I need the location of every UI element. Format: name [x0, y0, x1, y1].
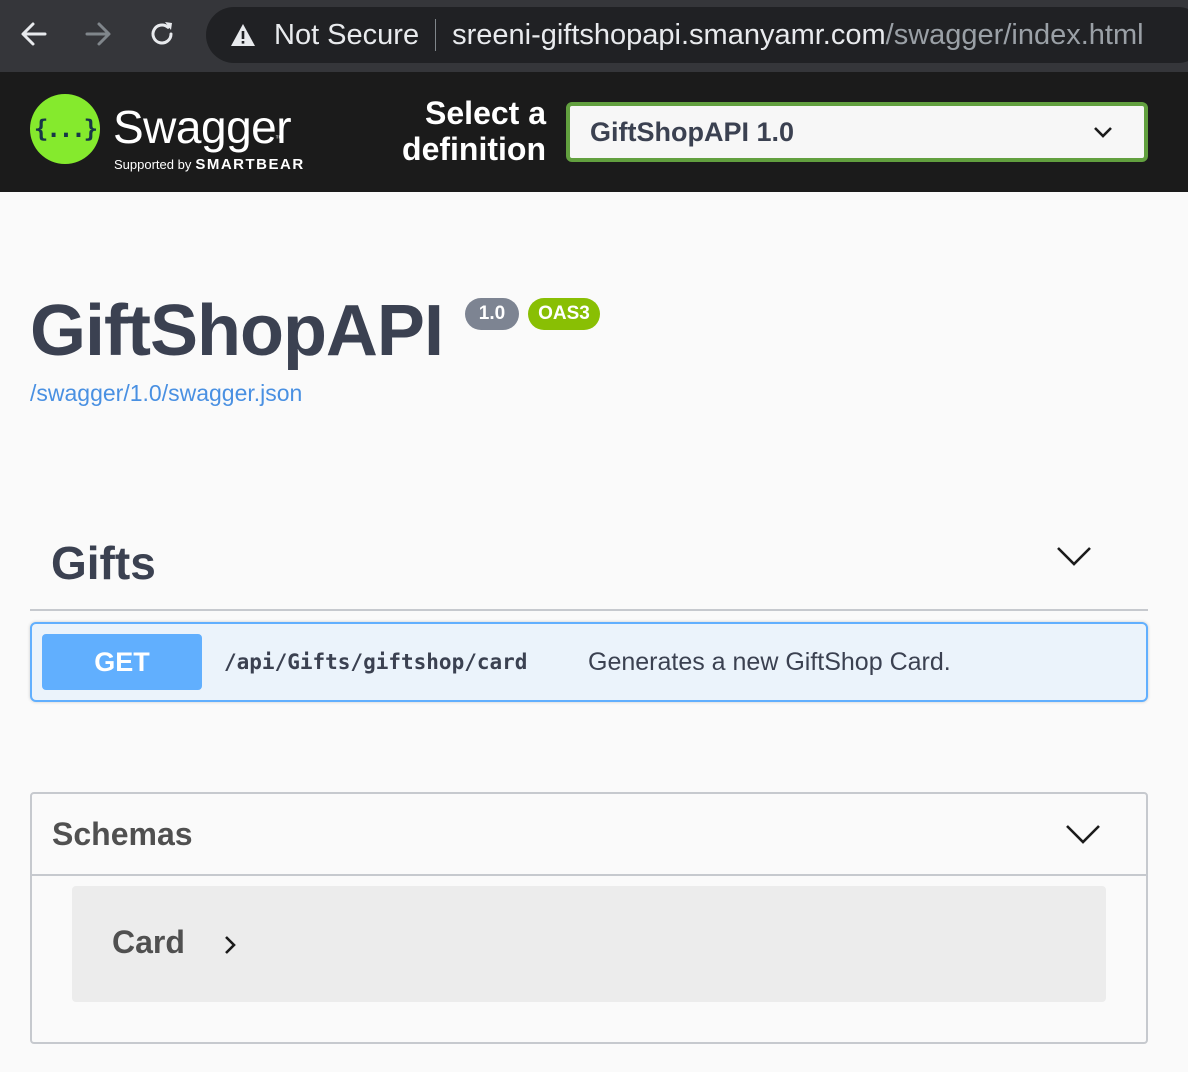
swagger-topbar: {...} Swagger ™ Supported by SMARTBEAR Se… [0, 72, 1188, 192]
tag-title: Gifts [51, 537, 156, 589]
supported-by-text: Supported by SMARTBEAR [114, 156, 305, 173]
browser-toolbar: Not Secure sreeni-giftshopapi.smanyamr.c… [0, 0, 1188, 72]
divider [435, 19, 437, 51]
operation-path: /api/Gifts/giftshop/card [224, 650, 528, 674]
reload-icon[interactable] [144, 16, 180, 52]
forward-arrow-icon[interactable] [80, 16, 116, 52]
schemas-section: Schemas Card [30, 792, 1148, 1044]
http-method-badge: GET [42, 634, 202, 690]
url-host: sreeni-giftshopapi.smanyamr.com [452, 18, 886, 51]
smartbear-logo: SMARTBEAR [195, 156, 305, 173]
api-title: GiftShopAPI [30, 291, 444, 371]
address-bar[interactable]: Not Secure sreeni-giftshopapi.smanyamr.c… [206, 7, 1188, 63]
model-name: Card [112, 924, 185, 960]
operation-get-card[interactable]: GET /api/Gifts/giftshop/card Generates a… [30, 622, 1148, 702]
warning-icon [231, 24, 255, 46]
model-card[interactable]: Card [72, 886, 1106, 1002]
version-badge: 1.0 [465, 298, 519, 330]
select-definition-label: Select a definition [402, 95, 546, 167]
definition-selected-value: GiftShopAPI 1.0 [590, 116, 795, 147]
tag-section-gifts[interactable]: Gifts [30, 520, 1148, 611]
trademark-mark: ™ [275, 134, 283, 143]
security-status[interactable]: Not Secure [274, 19, 419, 52]
chevron-down-icon [1094, 127, 1112, 138]
schemas-title: Schemas [52, 816, 193, 852]
swagger-logo-icon[interactable]: {...} [30, 94, 100, 164]
chevron-down-icon[interactable] [1064, 822, 1102, 846]
schemas-header[interactable]: Schemas [32, 794, 1146, 876]
definition-select[interactable]: GiftShopAPI 1.0 [566, 102, 1148, 162]
oas-badge: OAS3 [528, 298, 600, 330]
spec-json-link[interactable]: /swagger/1.0/swagger.json [30, 380, 302, 407]
back-arrow-icon[interactable] [16, 16, 52, 52]
url-path: /swagger/index.html [885, 18, 1144, 51]
swagger-logo-text[interactable]: Swagger [113, 100, 292, 154]
chevron-right-icon[interactable] [222, 934, 238, 956]
chevron-down-icon[interactable] [1055, 544, 1093, 568]
operation-summary: Generates a new GiftShop Card. [588, 648, 951, 676]
